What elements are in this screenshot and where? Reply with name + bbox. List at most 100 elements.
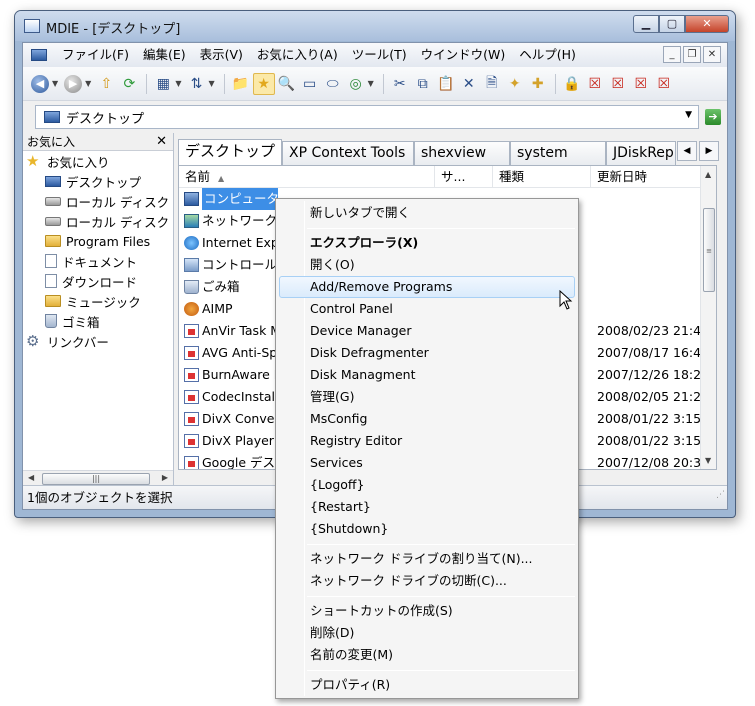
menu-item-open[interactable]: 開く(O) <box>279 254 575 276</box>
view-mode-icon[interactable]: ▦ <box>152 73 174 95</box>
tab-jdiskreport[interactable]: JDiskRep <box>606 141 676 165</box>
scroll-left-icon[interactable]: ◀ <box>28 473 34 482</box>
favorites-star-icon[interactable]: ★ <box>252 72 275 95</box>
forward-dropdown-icon[interactable]: ▼ <box>85 79 91 88</box>
mdi-window-icon[interactable] <box>31 49 47 61</box>
menu-item-shutdown[interactable]: {Shutdown} <box>279 518 575 540</box>
menu-item-disk-defragmenter[interactable]: Disk Defragmenter <box>279 342 575 364</box>
paste-icon[interactable]: 📋 <box>435 73 457 95</box>
network-dropdown-icon[interactable]: ▼ <box>368 79 374 88</box>
tree-item-recycle-bin[interactable]: ゴミ箱 <box>45 311 100 331</box>
address-field[interactable]: デスクトップ ▼ <box>35 105 699 129</box>
back-dropdown-icon[interactable]: ▼ <box>52 79 58 88</box>
menu-item-manage[interactable]: 管理(G) <box>279 386 575 408</box>
new-folder-icon[interactable]: ✦ <box>504 73 526 95</box>
scroll-up-icon[interactable]: ▲ <box>705 170 711 179</box>
menu-item-open-new-tab[interactable]: 新しいタブで開く <box>279 202 575 224</box>
add-favorite-icon[interactable]: ✚ <box>527 73 549 95</box>
menu-tools[interactable]: ツール(T) <box>345 43 414 67</box>
menu-item-create-shortcut[interactable]: ショートカットの作成(S) <box>279 600 575 622</box>
close-other-tabs-icon[interactable]: ☒ <box>607 73 629 95</box>
delete-icon[interactable]: ✕ <box>458 73 480 95</box>
menu-item-services[interactable]: Services <box>279 452 575 474</box>
tree-item-downloads[interactable]: ダウンロード <box>45 271 137 291</box>
column-header-date[interactable]: 更新日時 <box>591 166 713 188</box>
menu-item-restart[interactable]: {Restart} <box>279 496 575 518</box>
properties-icon[interactable]: 🗎 <box>481 73 503 95</box>
mdi-minimize-button[interactable]: _ <box>663 46 681 63</box>
sort-icon[interactable]: ⇅ <box>185 73 207 95</box>
close-button[interactable]: ✕ <box>685 15 729 33</box>
close-all-tabs-icon[interactable]: ☒ <box>630 73 652 95</box>
menu-favorites[interactable]: お気に入り(A) <box>250 43 345 67</box>
lock-icon[interactable]: 🔒 <box>561 73 583 95</box>
forward-icon[interactable]: ▶ <box>62 73 84 95</box>
folder-icon[interactable]: 📁 <box>230 73 252 95</box>
scroll-down-icon[interactable]: ▼ <box>705 456 711 465</box>
tree-item-local-disk[interactable]: ローカル ディスク <box>45 211 169 231</box>
menu-file[interactable]: ファイル(F) <box>55 43 136 67</box>
cut-icon[interactable]: ✂ <box>389 73 411 95</box>
menu-item-msconfig[interactable]: MsConfig <box>279 408 575 430</box>
search-icon[interactable]: 🔍 <box>276 73 298 95</box>
tree-item-documents[interactable]: ドキュメント <box>45 251 137 271</box>
mdi-restore-button[interactable]: ❐ <box>683 46 701 63</box>
go-button[interactable]: ➔ <box>705 109 721 125</box>
file-list-vertical-scrollbar[interactable]: ▲ ≡ ▼ <box>700 166 716 469</box>
scroll-right-icon[interactable]: ▶ <box>162 473 168 482</box>
copy-icon[interactable]: ⧉ <box>412 73 434 95</box>
close-tab-icon[interactable]: ☒ <box>584 73 606 95</box>
resize-grip-icon[interactable]: ⋰ <box>716 483 725 507</box>
menu-item-logoff[interactable]: {Logoff} <box>279 474 575 496</box>
menu-item-explorer[interactable]: エクスプローラ(X) <box>279 232 575 254</box>
close-pane-icon[interactable]: ✕ <box>156 133 167 151</box>
tree-item-local-disk[interactable]: ローカル ディスク <box>45 191 169 211</box>
column-header-name[interactable]: 名前 ▲ <box>179 166 435 188</box>
tab-scroll-left-icon[interactable]: ◀ <box>677 141 697 161</box>
menu-item-control-panel[interactable]: Control Panel <box>279 298 575 320</box>
folders-pane-icon[interactable]: ▭ <box>299 73 321 95</box>
sort-dropdown-icon[interactable]: ▼ <box>208 79 214 88</box>
tree-item-favorites[interactable]: ★ お気に入り <box>26 151 110 171</box>
network-icon[interactable]: ◎ <box>345 73 367 95</box>
disk-icon[interactable]: ⬭ <box>322 73 344 95</box>
menu-edit[interactable]: 編集(E) <box>136 43 193 67</box>
scrollbar-thumb[interactable]: ||| <box>42 473 150 485</box>
tree-item-program-files[interactable]: Program Files <box>45 231 150 251</box>
refresh-icon[interactable]: ⟳ <box>118 73 140 95</box>
menu-item-registry-editor[interactable]: Registry Editor <box>279 430 575 452</box>
tab-system[interactable]: system <box>510 141 606 165</box>
tab-shexview[interactable]: shexview <box>414 141 510 165</box>
address-value: デスクトップ <box>66 111 145 127</box>
tab-desktop[interactable]: デスクトップ <box>178 139 282 165</box>
menu-item-disconnect-network-drive[interactable]: ネットワーク ドライブの切断(C)... <box>279 570 575 592</box>
menu-view[interactable]: 表示(V) <box>193 43 250 67</box>
title-bar[interactable]: MDIE - [デスクトップ] ▁ ▢ ✕ <box>15 11 735 41</box>
tab-xp-context-tools[interactable]: XP Context Tools <box>282 141 414 165</box>
menu-item-delete[interactable]: 削除(D) <box>279 622 575 644</box>
menu-item-device-manager[interactable]: Device Manager <box>279 320 575 342</box>
tree-item-music[interactable]: ミュージック <box>45 291 141 311</box>
tree-item-linkbar[interactable]: ⚙ リンクバー <box>26 331 109 351</box>
tree-item-label: デスクトップ <box>66 174 142 190</box>
column-header-size[interactable]: サ... <box>435 166 493 188</box>
menu-window[interactable]: ウインドウ(W) <box>414 43 513 67</box>
up-folder-icon[interactable]: ⇧ <box>95 73 117 95</box>
menu-help[interactable]: ヘルプ(H) <box>512 43 583 67</box>
close-window-icon[interactable]: ☒ <box>653 73 675 95</box>
mdi-close-button[interactable]: ✕ <box>703 46 721 63</box>
tree-item-desktop[interactable]: デスクトップ <box>45 171 141 191</box>
minimize-button[interactable]: ▁ <box>633 15 659 33</box>
menu-item-rename[interactable]: 名前の変更(M) <box>279 644 575 666</box>
back-icon[interactable]: ◀ <box>29 73 51 95</box>
menu-item-map-network-drive[interactable]: ネットワーク ドライブの割り当て(N)... <box>279 548 575 570</box>
scrollbar-thumb[interactable]: ≡ <box>703 208 715 292</box>
menu-item-disk-management[interactable]: Disk Managment <box>279 364 575 386</box>
view-mode-dropdown-icon[interactable]: ▼ <box>175 79 181 88</box>
tab-scroll-right-icon[interactable]: ▶ <box>699 141 719 161</box>
address-dropdown-icon[interactable]: ▼ <box>685 110 692 120</box>
maximize-button[interactable]: ▢ <box>659 15 685 33</box>
column-header-type[interactable]: 種類 <box>493 166 591 188</box>
menu-item-add-remove-programs[interactable]: Add/Remove Programs <box>279 276 575 298</box>
menu-item-properties[interactable]: プロパティ(R) <box>279 674 575 696</box>
